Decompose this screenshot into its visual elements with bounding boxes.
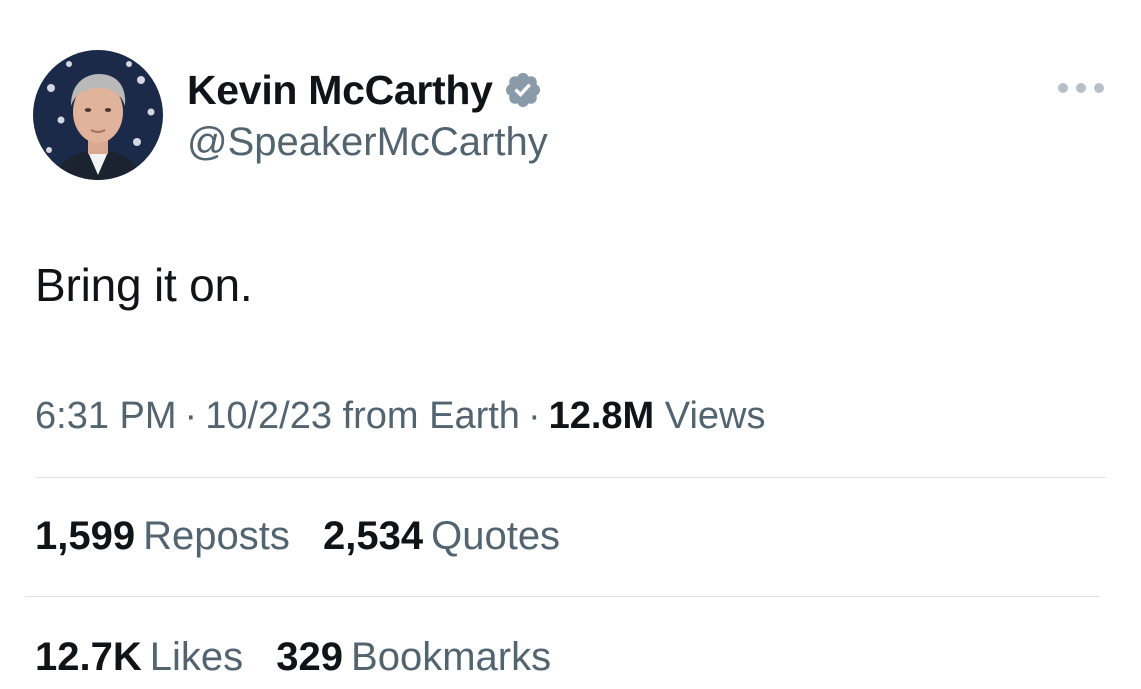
reposts-label: Reposts bbox=[143, 514, 290, 558]
more-dot bbox=[1094, 83, 1104, 93]
reposts-stat[interactable]: 1,599 Reposts bbox=[35, 511, 290, 561]
likes-count: 12.7K bbox=[35, 635, 142, 679]
views-label: Views bbox=[664, 395, 766, 437]
display-name-text: Kevin McCarthy bbox=[187, 67, 493, 113]
verified-badge-icon bbox=[505, 72, 540, 108]
bookmarks-stat[interactable]: 329 Bookmarks bbox=[276, 632, 551, 682]
stats-row-likes-bookmarks: 12.7K Likes 329 Bookmarks bbox=[35, 632, 573, 682]
meta-separator: · bbox=[527, 395, 541, 437]
tweet-time[interactable]: 6:31 PM bbox=[35, 395, 177, 437]
likes-label: Likes bbox=[149, 635, 244, 679]
avatar-photo bbox=[33, 50, 163, 180]
stats-row-reposts-quotes: 1,599 Reposts 2,534 Quotes bbox=[35, 511, 582, 561]
user-handle[interactable]: @SpeakerMcCarthy bbox=[187, 117, 548, 167]
likes-stat[interactable]: 12.7K Likes bbox=[35, 632, 243, 682]
bookmarks-label: Bookmarks bbox=[351, 635, 552, 679]
tweet-meta: 6:31 PM · 10/2/23 from Earth · 12.8M Views bbox=[35, 392, 765, 440]
more-options-icon[interactable] bbox=[1058, 72, 1104, 104]
divider-top bbox=[35, 477, 1106, 478]
quotes-count: 2,534 bbox=[322, 514, 424, 558]
tweet-source: from Earth bbox=[342, 395, 520, 437]
bookmarks-count: 329 bbox=[276, 635, 344, 679]
quotes-stat[interactable]: 2,534 Quotes bbox=[323, 511, 560, 561]
more-dot bbox=[1058, 83, 1068, 93]
tweet-text: Bring it on. bbox=[35, 259, 253, 311]
tweet-date[interactable]: 10/2/23 bbox=[205, 395, 332, 437]
views-count: 12.8M bbox=[548, 395, 655, 437]
meta-separator: · bbox=[184, 395, 198, 437]
quotes-label: Quotes bbox=[431, 514, 561, 558]
more-dot bbox=[1076, 83, 1086, 93]
avatar[interactable] bbox=[33, 50, 163, 180]
divider-middle bbox=[25, 596, 1099, 597]
display-name[interactable]: Kevin McCarthy bbox=[187, 64, 543, 116]
reposts-count: 1,599 bbox=[35, 514, 136, 558]
